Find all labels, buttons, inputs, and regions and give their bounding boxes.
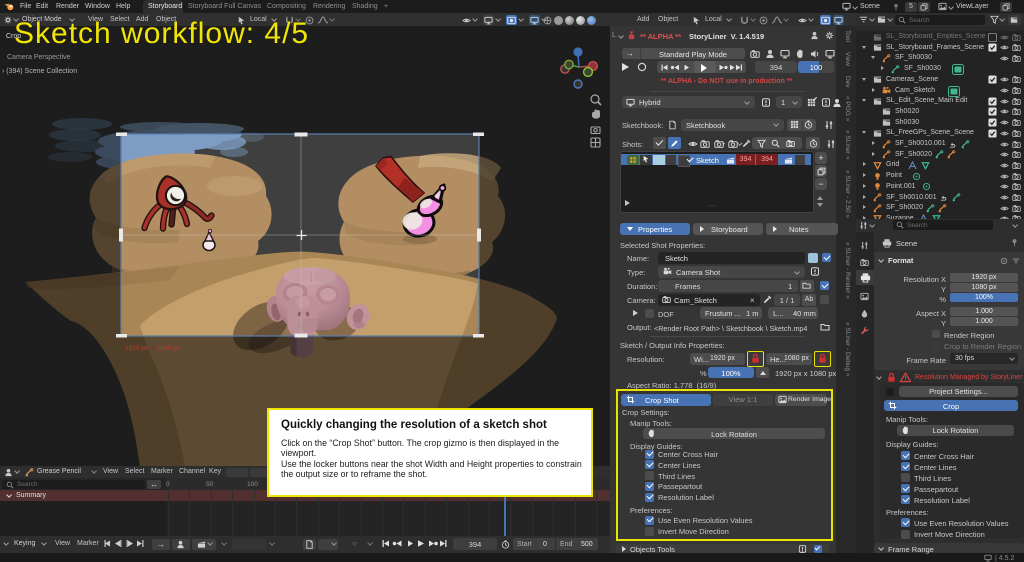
svg-text:1080 px: 1080 px	[157, 345, 181, 352]
svg-text:1920 px: 1920 px	[125, 345, 149, 352]
